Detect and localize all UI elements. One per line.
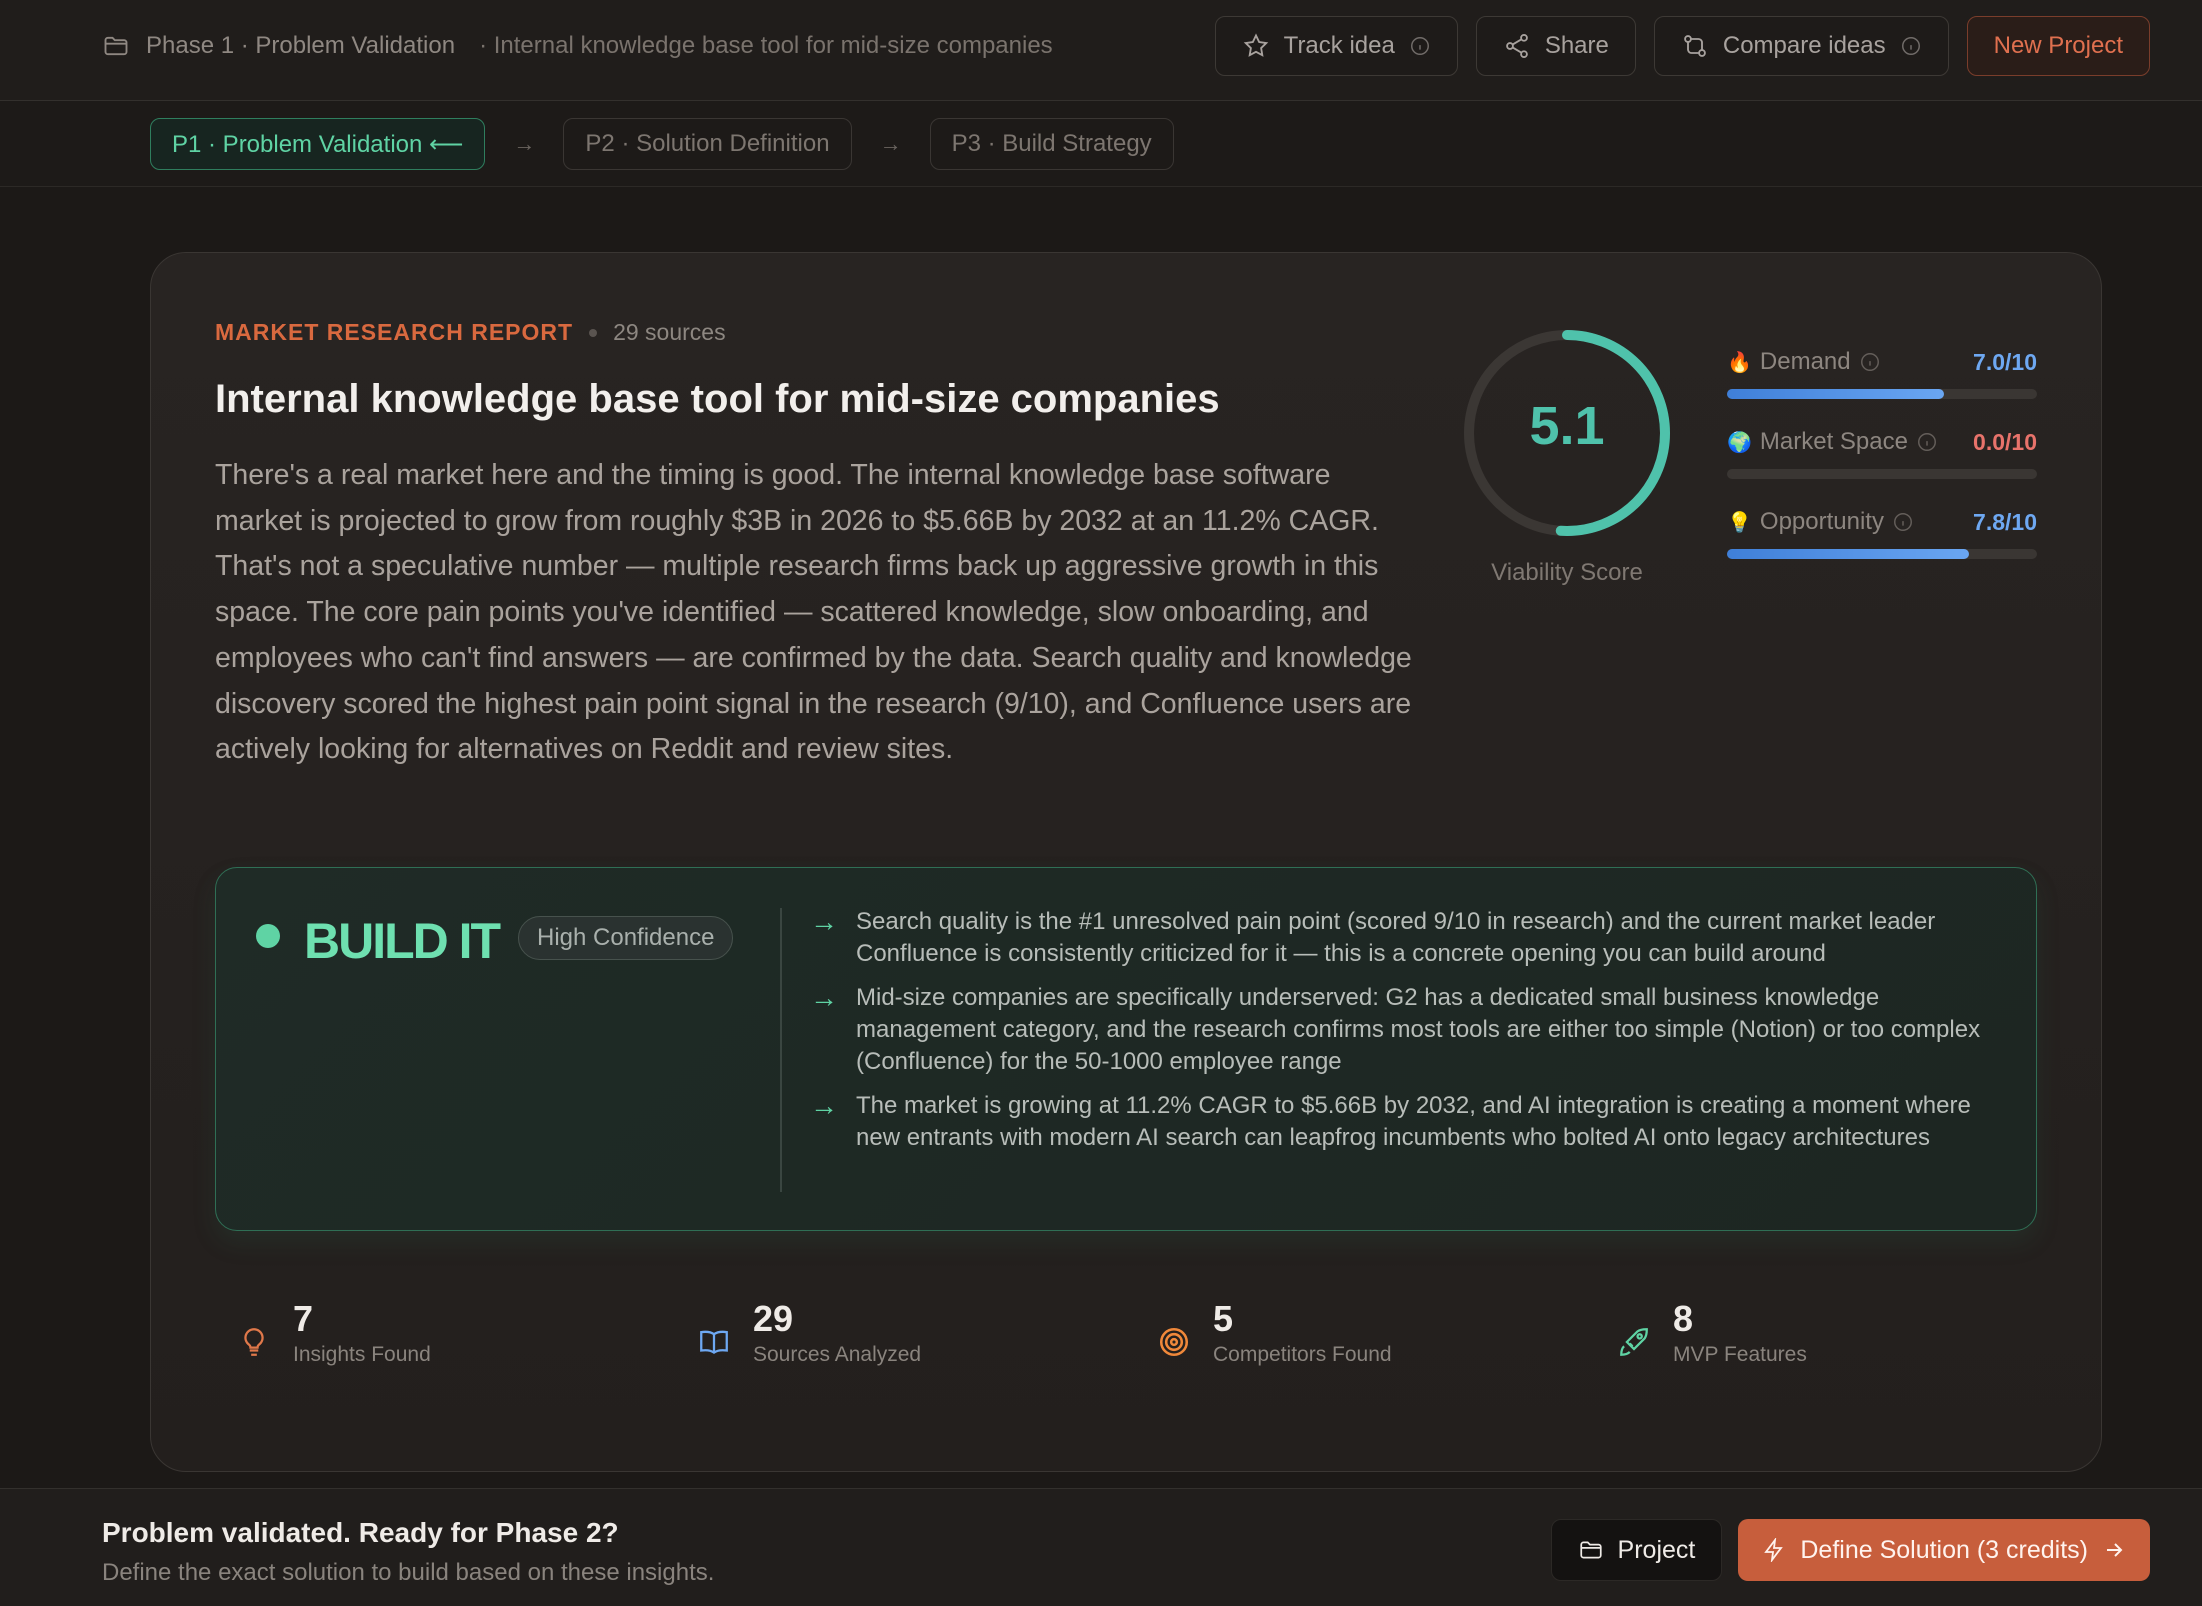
star-icon bbox=[1243, 33, 1268, 57]
phase-tab-p2[interactable]: P2 · Solution Definition bbox=[563, 118, 852, 170]
compare-ideas-label: Compare ideas bbox=[1722, 32, 1886, 59]
phase-tab-p3[interactable]: P3 · Build Strategy bbox=[929, 118, 1174, 170]
folder-icon bbox=[104, 36, 128, 56]
reason-text: Mid-size companies are specifically unde… bbox=[856, 984, 1981, 1075]
stats-row: 7 Insights Found 29 Sources Analyzed 5 C… bbox=[215, 1297, 2055, 1367]
reason-item: → Mid-size companies are specifically un… bbox=[810, 982, 2010, 1078]
book-icon bbox=[700, 1330, 728, 1355]
phase-breadcrumb[interactable]: Phase 1 · Problem Validation bbox=[146, 32, 455, 60]
lightbulb-icon bbox=[244, 1328, 264, 1356]
confidence-badge: High Confidence bbox=[518, 916, 734, 960]
info-icon[interactable] bbox=[1892, 511, 1914, 533]
verdict-label: BUILD IT bbox=[304, 913, 501, 969]
define-solution-button[interactable]: Define Solution (3 credits) bbox=[1738, 1519, 2150, 1581]
metric-name: Opportunity bbox=[1759, 508, 1884, 535]
info-icon[interactable] bbox=[1859, 351, 1881, 373]
reason-text: The market is growing at 11.2% CAGR to $… bbox=[856, 1092, 1971, 1151]
report-card: MARKET RESEARCH REPORT 29 sources Intern… bbox=[150, 252, 2102, 1472]
lightning-icon bbox=[1764, 1538, 1784, 1562]
metric-bar bbox=[1727, 389, 2037, 399]
compare-ideas-button[interactable]: Compare ideas bbox=[1653, 16, 1949, 76]
phase-tab-p1[interactable]: P1 · Problem Validation ⟵ bbox=[150, 118, 486, 170]
report-title: Internal knowledge base tool for mid-siz… bbox=[215, 377, 1220, 421]
report-eyebrow: MARKET RESEARCH REPORT 29 sources bbox=[215, 319, 726, 346]
viability-label: Viability Score bbox=[1491, 559, 1643, 586]
folder-icon bbox=[1579, 1541, 1602, 1559]
metric-opportunity: 💡 Opportunity 7.8/10 bbox=[1727, 505, 2037, 585]
stat-number: 5 bbox=[1213, 1298, 1234, 1339]
arrow-right-icon: → bbox=[879, 131, 902, 156]
new-project-label: New Project bbox=[1993, 32, 2123, 59]
info-icon[interactable] bbox=[1900, 35, 1922, 57]
info-icon[interactable] bbox=[1916, 431, 1938, 453]
stat-mvp-features: 8 MVP Features bbox=[1595, 1297, 2055, 1367]
stat-number: 29 bbox=[753, 1298, 794, 1339]
fire-icon: 🔥 bbox=[1727, 351, 1752, 374]
top-bar: Phase 1 · Problem Validation · Internal … bbox=[0, 0, 2202, 101]
bottom-bar: Problem validated. Ready for Phase 2? De… bbox=[0, 1488, 2202, 1606]
next-step-title: Problem validated. Ready for Phase 2? bbox=[102, 1517, 619, 1548]
reason-item: → Search quality is the #1 unresolved pa… bbox=[810, 906, 2010, 970]
metric-bar-fill bbox=[1727, 389, 1944, 399]
status-dot bbox=[256, 924, 280, 948]
stat-label: MVP Features bbox=[1673, 1343, 1807, 1366]
arrow-right-icon: → bbox=[513, 131, 536, 156]
verdict-box: BUILD IT High Confidence → Search qualit… bbox=[215, 867, 2037, 1231]
track-idea-button[interactable]: Track idea bbox=[1214, 16, 1458, 76]
metric-bar-fill bbox=[1727, 549, 1969, 559]
metric-value: 7.0/10 bbox=[1973, 348, 2037, 375]
metrics-list: 🔥 Demand 7.0/10 🌍 Market Space 0.0/10 💡 … bbox=[1727, 345, 2037, 585]
globe-icon: 🌍 bbox=[1727, 431, 1752, 454]
lightbulb-icon: 💡 bbox=[1727, 511, 1752, 534]
stat-competitors: 5 Competitors Found bbox=[1135, 1297, 1595, 1367]
metric-value: 0.0/10 bbox=[1973, 428, 2037, 455]
stat-number: 7 bbox=[293, 1298, 314, 1339]
verdict-reasons: → Search quality is the #1 unresolved pa… bbox=[810, 906, 2010, 1166]
info-icon[interactable] bbox=[1409, 35, 1431, 57]
metric-market-space: 🌍 Market Space 0.0/10 bbox=[1727, 425, 2037, 505]
reason-item: → The market is growing at 11.2% CAGR to… bbox=[810, 1090, 2010, 1154]
share-label: Share bbox=[1544, 32, 1609, 59]
track-idea-label: Track idea bbox=[1283, 32, 1395, 59]
breadcrumb: Phase 1 · Problem Validation · Internal … bbox=[102, 28, 1053, 64]
define-solution-label: Define Solution (3 credits) bbox=[1800, 1535, 2088, 1564]
new-project-button[interactable]: New Project bbox=[1966, 16, 2150, 76]
arrow-right-icon: → bbox=[810, 982, 838, 1013]
project-button[interactable]: Project bbox=[1550, 1519, 1723, 1581]
project-breadcrumb: · Internal knowledge base tool for mid-s… bbox=[479, 32, 1053, 59]
target-icon bbox=[1159, 1327, 1189, 1357]
sources-count: 29 sources bbox=[613, 319, 726, 345]
share-icon bbox=[1505, 33, 1528, 59]
arrow-right-icon: → bbox=[810, 906, 838, 937]
stat-sources: 29 Sources Analyzed bbox=[675, 1297, 1135, 1367]
arrow-right-icon bbox=[2107, 1543, 2123, 1557]
metric-value: 7.8/10 bbox=[1973, 508, 2037, 535]
reason-text: Search quality is the #1 unresolved pain… bbox=[856, 908, 1936, 967]
stat-label: Insights Found bbox=[293, 1343, 431, 1366]
next-step-subtitle: Define the exact solution to build based… bbox=[102, 1559, 715, 1586]
phase-nav: P1 · Problem Validation ⟵ → P2 · Solutio… bbox=[0, 101, 2202, 187]
stat-label: Competitors Found bbox=[1213, 1343, 1392, 1366]
arrow-right-icon: → bbox=[810, 1090, 838, 1121]
stat-insights: 7 Insights Found bbox=[215, 1297, 675, 1367]
metric-name: Market Space bbox=[1759, 428, 1908, 455]
metric-bar bbox=[1727, 549, 2037, 559]
separator-dot bbox=[589, 328, 598, 337]
viability-score: 5.1 bbox=[1529, 396, 1605, 456]
metric-bar bbox=[1727, 469, 2037, 479]
metric-name: Demand bbox=[1759, 348, 1851, 375]
report-type: MARKET RESEARCH REPORT bbox=[215, 319, 574, 345]
stat-number: 8 bbox=[1673, 1298, 1694, 1339]
report-summary: There's a real market here and the timin… bbox=[215, 459, 1412, 766]
share-button[interactable]: Share bbox=[1475, 16, 1636, 76]
rocket-icon bbox=[1620, 1328, 1648, 1356]
project-button-label: Project bbox=[1617, 1535, 1696, 1564]
compare-icon bbox=[1684, 35, 1706, 57]
divider bbox=[780, 908, 782, 1192]
metric-demand: 🔥 Demand 7.0/10 bbox=[1727, 345, 2037, 425]
stat-label: Sources Analyzed bbox=[753, 1343, 922, 1366]
